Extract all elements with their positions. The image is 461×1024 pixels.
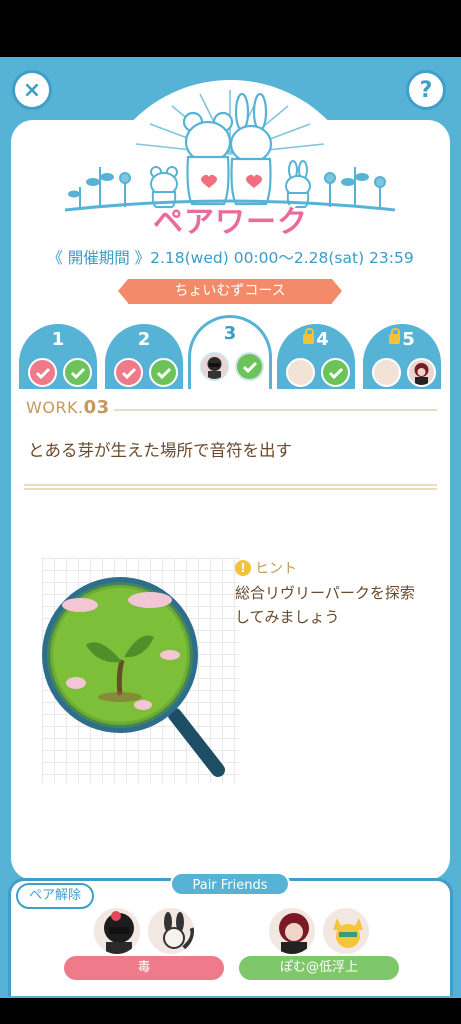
- pair-card[interactable]: ぽむ@低浮上: [239, 906, 399, 981]
- stage-tabs: 1 2 3 4 5: [16, 315, 446, 389]
- close-button[interactable]: ×: [12, 70, 52, 110]
- check-icon: [63, 358, 92, 387]
- exclamation-icon: !: [235, 560, 251, 576]
- avatar: [92, 906, 142, 956]
- tab-number: 1: [51, 329, 65, 350]
- divider: [114, 409, 437, 411]
- hint-heading: ! ヒント: [235, 558, 297, 578]
- work-panel: WORK.03 とある芽が生えた場所で音符を出す: [22, 387, 437, 487]
- magnifier-illustration: [42, 577, 225, 777]
- check-icon: [28, 358, 57, 387]
- pair-card[interactable]: 毒: [64, 906, 224, 981]
- tab-2[interactable]: 2: [102, 321, 186, 389]
- tab-number: 5: [363, 328, 441, 350]
- check-icon: [149, 358, 178, 387]
- course-ribbon: ちょいむずコース: [118, 279, 342, 304]
- empty-slot: [372, 358, 401, 387]
- lock-icon: [389, 328, 401, 344]
- help-button[interactable]: ?: [406, 70, 446, 110]
- work-number: 03: [83, 397, 110, 418]
- avatar: [407, 358, 436, 387]
- tab-number: 4: [277, 328, 355, 350]
- close-icon: ×: [22, 77, 42, 103]
- tab-5[interactable]: 5: [360, 321, 444, 389]
- event-period: 《 開催期間 》2.18(wed) 00:00〜2.28(sat) 23:59: [47, 249, 414, 267]
- divider: [24, 484, 437, 490]
- lock-icon: [303, 328, 315, 344]
- tab-number: 3: [223, 323, 237, 344]
- navigation-bar: [0, 998, 461, 1024]
- tab-4[interactable]: 4: [274, 321, 358, 389]
- status-bar: [0, 0, 461, 57]
- avatar: [200, 352, 229, 381]
- help-icon: ?: [419, 77, 433, 103]
- bear-figure: [182, 111, 234, 206]
- check-icon: [114, 358, 143, 387]
- page-title: ペアワーク: [153, 205, 308, 240]
- tab-1[interactable]: 1: [16, 321, 100, 389]
- app-frame: × ? ペアワーク 《 開催期間 》2.18(wed) 00:00〜2.28(s…: [0, 0, 461, 1024]
- avatar: [267, 906, 317, 956]
- work-label: WORK.03: [26, 397, 110, 418]
- empty-slot: [286, 358, 315, 387]
- pair-name: ぽむ@低浮上: [239, 956, 399, 980]
- pair-name: 毒: [64, 956, 224, 980]
- avatar: [321, 906, 371, 956]
- tab-3[interactable]: 3: [188, 315, 272, 389]
- avatar: [146, 906, 196, 956]
- tab-number: 2: [137, 329, 151, 350]
- check-icon: [235, 352, 264, 381]
- pair-friends-title: Pair Friends: [170, 872, 290, 896]
- check-icon: [321, 358, 350, 387]
- task-text: とある芽が生えた場所で音符を出す: [28, 441, 292, 460]
- hint-text: 総合リヴリーパークを探索してみましょう: [235, 584, 415, 626]
